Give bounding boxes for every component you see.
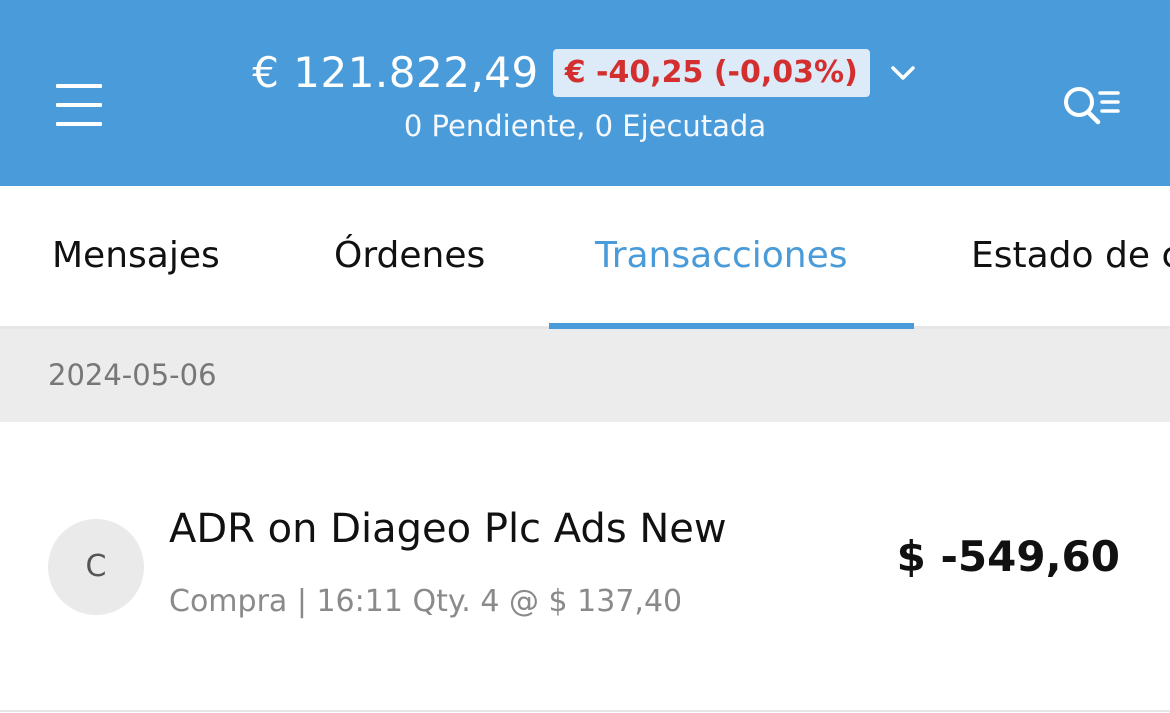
date-section-header: 2024-05-06 xyxy=(0,329,1170,422)
app-header: € 121.822,49 € -40,25 (-0,03%) 0 Pendien… xyxy=(0,0,1170,186)
daily-change-badge: € -40,25 (-0,03%) xyxy=(552,49,870,97)
section-date: 2024-05-06 xyxy=(48,358,217,392)
portfolio-balance: € 121.822,49 xyxy=(252,48,539,97)
search-list-icon[interactable] xyxy=(1062,84,1122,128)
tab-transacciones[interactable]: Transacciones xyxy=(595,186,848,326)
tab-estado-de-cuenta[interactable]: Estado de c xyxy=(971,186,1170,326)
transaction-amount: $ -549,60 xyxy=(896,532,1120,581)
avatar: C xyxy=(48,519,144,615)
transaction-row[interactable]: C ADR on Diageo Plc Ads New Compra | 16:… xyxy=(0,422,1170,712)
transaction-title: ADR on Diageo Plc Ads New xyxy=(169,506,727,552)
chevron-down-icon[interactable] xyxy=(888,58,918,88)
tab-mensajes[interactable]: Mensajes xyxy=(52,186,220,326)
tab-ordenes[interactable]: Órdenes xyxy=(334,186,485,326)
orders-status: 0 Pendiente, 0 Ejecutada xyxy=(403,109,767,143)
transaction-detail: Compra | 16:11 Qty. 4 @ $ 137,40 xyxy=(169,584,683,619)
balance-row[interactable]: € 121.822,49 € -40,25 (-0,03%) xyxy=(252,44,918,102)
balance-summary: € 121.822,49 € -40,25 (-0,03%) 0 Pendien… xyxy=(0,44,1170,144)
tab-bar: Mensajes Órdenes Transacciones Estado de… xyxy=(0,186,1170,329)
